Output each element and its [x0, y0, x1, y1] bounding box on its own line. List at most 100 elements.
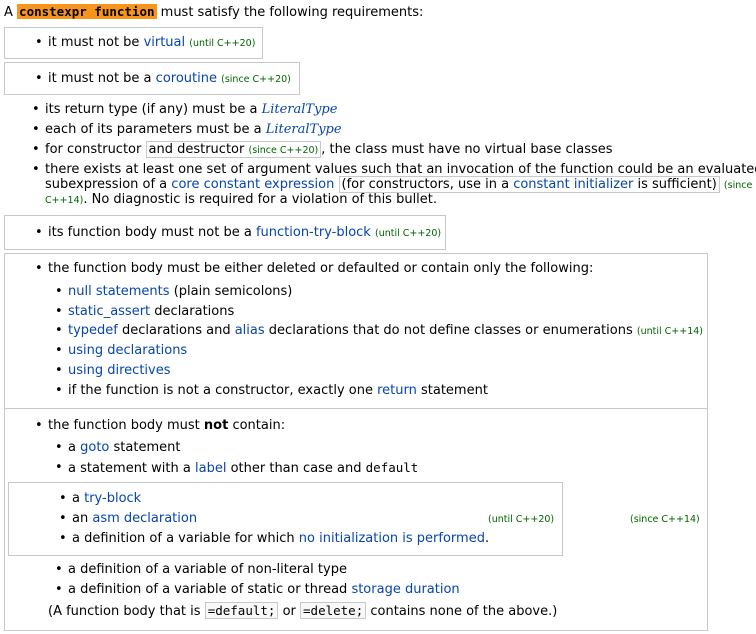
intro-suffix: must satisfy the following requirements:	[160, 5, 424, 20]
forbidden-heading-pre: the function body must	[48, 418, 200, 433]
req-trybody: its function body must not be a function…	[35, 225, 442, 240]
default-code: default	[365, 460, 419, 475]
body-forbidden-label: a statement with a label other than case…	[55, 460, 419, 476]
forbidden-heading-bold: not	[203, 418, 229, 433]
req-params-text: each of its parameters must be a	[45, 122, 262, 137]
return-link[interactable]: return	[377, 383, 417, 398]
label-pre: a statement with a	[68, 461, 191, 476]
version-badge: (until C++14)	[636, 326, 703, 337]
req-constructor: for constructor and destructor (since C+…	[32, 141, 613, 158]
body-forbidden-goto: a goto statement	[55, 440, 181, 455]
req-virtual: it must not be virtual (until C++20)	[35, 35, 256, 50]
static-assert-link[interactable]: static_assert	[68, 304, 150, 319]
noinit-post: .	[484, 531, 490, 546]
constant-initializer-link[interactable]: constant initializer	[513, 177, 633, 192]
req-coroutine: it must not be a coroutine (since C++20)	[35, 71, 291, 86]
version-badge: (since C++20)	[248, 145, 319, 156]
note-mid: or	[282, 604, 296, 619]
body-forbidden-nonliteral: a definition of a variable of non-litera…	[55, 562, 347, 577]
body-forbidden-noinit: a definition of a variable for which no …	[59, 531, 490, 546]
req-params: each of its parameters must be a Literal…	[32, 122, 342, 137]
using-directives-link[interactable]: using directives	[68, 363, 171, 378]
body-allowed-return: if the function is not a constructor, ex…	[55, 383, 488, 398]
body-forbidden-note: (A function body that is =default; or =d…	[48, 602, 558, 619]
label-link[interactable]: label	[195, 461, 226, 476]
req-ctor-boxed: and destructor	[148, 142, 245, 157]
function-try-block-link[interactable]: function-try-block	[256, 225, 371, 240]
null-statements-text: (plain semicolons)	[173, 284, 293, 299]
body-forbidden-heading: the function body must not contain:	[35, 418, 286, 433]
literaltype-link[interactable]: LiteralType	[266, 122, 342, 137]
coroutine-link[interactable]: coroutine	[156, 71, 217, 86]
req-ctor-pre: for constructor	[45, 142, 142, 157]
req-args-line2: subexpression of a core constant express…	[45, 176, 753, 193]
typedef-post: declarations that do not define classes …	[268, 323, 633, 338]
req-args-text: there exists at least one set of argumen…	[45, 162, 756, 177]
version-badge: (since C++14)	[630, 514, 700, 525]
body-forbidden-asm: an asm declaration	[59, 511, 197, 526]
literaltype-link[interactable]: LiteralType	[262, 102, 338, 117]
note-post: contains none of the above.)	[370, 604, 558, 619]
body-allowed-heading-text: the function body must be either deleted…	[48, 261, 594, 276]
body-allowed-static-assert: static_assert declarations	[55, 304, 235, 319]
req-args-line1: there exists at least one set of argumen…	[32, 162, 756, 177]
nonliteral-text: a definition of a variable of non-litera…	[68, 562, 347, 577]
body-rules-divider	[4, 408, 708, 409]
req-return-text: its return type (if any) must be a	[45, 102, 258, 117]
typedef-link[interactable]: typedef	[68, 323, 118, 338]
version-badge: (until C++20)	[374, 228, 442, 239]
note-pre: (A function body that is	[48, 604, 201, 619]
req-args-pre: subexpression of a	[45, 177, 168, 192]
label-mid: other than case and	[230, 461, 362, 476]
goto-pre: a	[68, 440, 76, 455]
typedef-mid: declarations and	[122, 323, 231, 338]
body-forbidden-storage: a definition of a variable of static or …	[55, 582, 460, 597]
body-allowed-using-decl: using declarations	[55, 343, 187, 358]
version-badge: (until C++20)	[189, 38, 256, 49]
body-allowed-null: null statements (plain semicolons)	[55, 284, 293, 299]
core-constant-expression-link[interactable]: core constant expression	[171, 177, 334, 192]
constexpr-function-keyword: constexpr function	[17, 4, 157, 19]
req-coroutine-text: it must not be a	[48, 71, 152, 86]
try-block-link[interactable]: try-block	[84, 491, 141, 506]
storage-duration-link[interactable]: storage duration	[351, 582, 459, 597]
body-allowed-heading: the function body must be either deleted…	[35, 261, 594, 276]
null-statements-link[interactable]: null statements	[68, 284, 170, 299]
req-args-post: is sufficient)	[637, 177, 717, 192]
asm-pre: an	[72, 511, 89, 526]
req-ctor-post: , the class must have no virtual base cl…	[321, 142, 613, 157]
storage-pre: a definition of a variable of static or …	[68, 582, 348, 597]
req-trybody-text: its function body must not be a	[48, 225, 252, 240]
req-args-diagnostic: . No diagnostic is required for a violat…	[83, 192, 438, 207]
try-pre: a	[72, 491, 80, 506]
body-forbidden-try: a try-block	[59, 491, 141, 506]
req-return-type: its return type (if any) must be a Liter…	[32, 102, 338, 117]
no-initialization-link[interactable]: no initialization is performed	[299, 531, 485, 546]
intro-line: A constexpr function must satisfy the fo…	[4, 4, 423, 20]
alias-link[interactable]: alias	[235, 323, 265, 338]
return-post: statement	[421, 383, 488, 398]
intro-prefix: A	[4, 5, 13, 20]
delete-assign-code: =delete;	[300, 602, 367, 619]
version-badge: C++14)	[45, 195, 84, 206]
req-args-ctor-note: (for constructors, use in a constant ini…	[338, 176, 720, 193]
asm-declaration-link[interactable]: asm declaration	[92, 511, 197, 526]
req-args-line3: C++14). No diagnostic is required for a …	[45, 192, 437, 207]
version-badge: (since	[723, 180, 753, 191]
req-virtual-text: it must not be	[48, 35, 140, 50]
req-args-mid: (for constructors, use in a	[341, 177, 510, 192]
version-badge: (since C++20)	[221, 74, 291, 85]
body-allowed-typedef: typedef declarations and alias declarati…	[55, 323, 703, 338]
noinit-pre: a definition of a variable for which	[72, 531, 295, 546]
req-ctor-destructor-note: and destructor (since C++20)	[145, 141, 322, 158]
body-allowed-using-dir: using directives	[55, 363, 171, 378]
using-declarations-link[interactable]: using declarations	[68, 343, 187, 358]
static-assert-text: declarations	[154, 304, 235, 319]
default-assign-code: =default;	[204, 602, 279, 619]
version-badge: (until C++20)	[488, 514, 555, 525]
goto-post: statement	[113, 440, 181, 455]
return-pre: if the function is not a constructor, ex…	[68, 383, 373, 398]
goto-link[interactable]: goto	[80, 440, 109, 455]
forbidden-heading-post: contain:	[232, 418, 286, 433]
virtual-link[interactable]: virtual	[144, 35, 186, 50]
